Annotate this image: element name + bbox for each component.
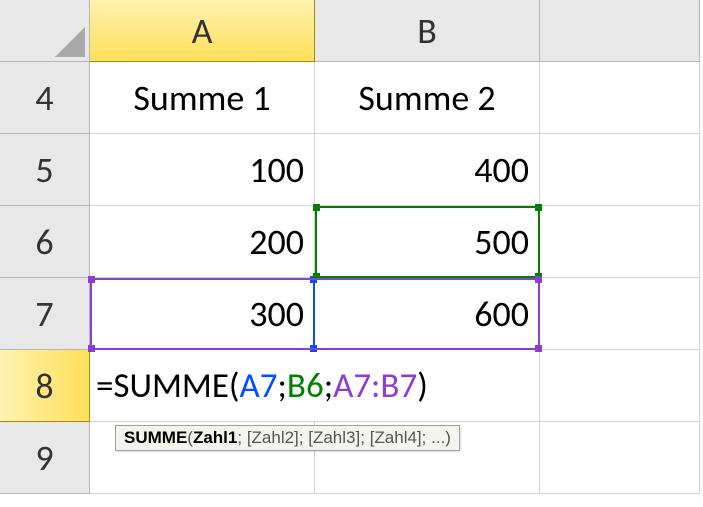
tooltip-arg-3[interactable]: [Zahl3] xyxy=(308,428,360,447)
row-header-6[interactable]: 6 xyxy=(0,206,90,278)
cell-c4[interactable] xyxy=(540,62,700,134)
cell-a7[interactable]: 300 xyxy=(90,278,315,350)
select-all-corner[interactable] xyxy=(0,0,90,62)
tooltip-arg-1[interactable]: Zahl1 xyxy=(193,428,237,447)
cell-b7[interactable]: 600 xyxy=(315,278,540,350)
row-header-9[interactable]: 9 xyxy=(0,422,90,494)
formula-suffix: ) xyxy=(417,365,428,407)
cell-c9[interactable] xyxy=(540,422,700,494)
col-header-c[interactable] xyxy=(540,0,700,62)
cell-a4[interactable]: Summe 1 xyxy=(90,62,315,134)
row-header-4[interactable]: 4 xyxy=(0,62,90,134)
col-header-a[interactable]: A xyxy=(90,0,315,62)
row-header-8[interactable]: 8 xyxy=(0,350,90,422)
formula-ref-a7: A7 xyxy=(240,365,278,407)
tooltip-sep-1: ; xyxy=(237,428,246,447)
cell-c6[interactable] xyxy=(540,206,700,278)
formula-prefix: =SUMME( xyxy=(96,365,240,407)
tooltip-sep-3: ; xyxy=(360,428,369,447)
spreadsheet-grid[interactable]: A B 4 Summe 1 Summe 2 5 100 400 6 200 50… xyxy=(0,0,703,494)
cell-b4[interactable]: Summe 2 xyxy=(315,62,540,134)
cell-a6[interactable]: 200 xyxy=(90,206,315,278)
col-header-b[interactable]: B xyxy=(315,0,540,62)
tooltip-arg-4[interactable]: [Zahl4] xyxy=(370,428,422,447)
cell-a5[interactable]: 100 xyxy=(90,134,315,206)
formula-sep1: ; xyxy=(278,365,287,407)
cell-c8[interactable] xyxy=(540,350,700,422)
function-tooltip[interactable]: SUMME(Zahl1; [Zahl2]; [Zahl3]; [Zahl4]; … xyxy=(115,425,460,451)
tooltip-arg-2[interactable]: [Zahl2] xyxy=(247,428,299,447)
cell-c5[interactable] xyxy=(540,134,700,206)
cell-b5[interactable]: 400 xyxy=(315,134,540,206)
tooltip-sep-2: ; xyxy=(299,428,308,447)
tooltip-rest: ; ...) xyxy=(422,428,451,447)
cell-a8-formula[interactable]: =SUMME(A7;B6;A7:B7) xyxy=(90,350,540,422)
row-header-7[interactable]: 7 xyxy=(0,278,90,350)
row-header-5[interactable]: 5 xyxy=(0,134,90,206)
formula-ref-a7b7: A7:B7 xyxy=(333,365,417,407)
formula-ref-b6: B6 xyxy=(287,365,324,407)
tooltip-fn-name: SUMME xyxy=(124,428,187,447)
cell-c7[interactable] xyxy=(540,278,700,350)
formula-sep2: ; xyxy=(324,365,333,407)
cell-b6[interactable]: 500 xyxy=(315,206,540,278)
